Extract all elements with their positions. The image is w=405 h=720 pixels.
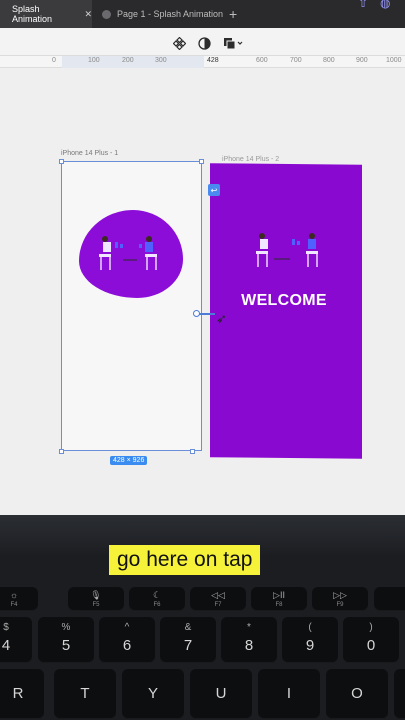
key-shift-label: ) (369, 622, 373, 633)
people-illustration (99, 236, 157, 270)
ruler-mark: 100 (88, 57, 100, 64)
close-icon[interactable]: ✕ (84, 9, 92, 20)
key-shift-label: % (61, 622, 71, 633)
rewind-icon: ◁◁ (211, 590, 225, 600)
key-u[interactable]: U (190, 669, 252, 719)
key-label: 6 (122, 637, 132, 654)
key-o[interactable]: O (326, 669, 388, 719)
ruler-mark: 1000 (386, 57, 402, 64)
ruler-mark: 300 (155, 57, 167, 64)
contrast-icon[interactable] (197, 36, 211, 50)
tab-label: Page 1 - Splash Animation (117, 9, 224, 19)
resize-handle[interactable] (190, 449, 195, 454)
tab-page1-splash-animation[interactable]: Page 1 - Splash Animation (94, 0, 224, 28)
ruler-mark: 428 (207, 57, 219, 64)
people-illustration (256, 233, 318, 267)
key-0[interactable]: ) 0 (343, 617, 399, 663)
key-label: Y (147, 685, 158, 702)
key-label: I (286, 685, 292, 702)
play-icon (102, 9, 111, 19)
key-5[interactable]: % 5 (38, 617, 94, 663)
key-label: F7 (214, 602, 222, 608)
key-label: T (80, 685, 90, 702)
resize-handle[interactable] (199, 159, 204, 164)
key-label: R (12, 685, 24, 702)
toolbar (0, 28, 405, 56)
key-shift-label: & (184, 622, 192, 633)
key-f10[interactable] (374, 587, 405, 611)
tab-label: Splash Animation (12, 4, 53, 24)
ruler-mark: 900 (356, 57, 368, 64)
key-p[interactable] (394, 669, 405, 719)
key-label: 5 (61, 637, 71, 654)
connector-handle[interactable] (193, 310, 200, 317)
key-label: 8 (244, 637, 254, 654)
add-tab-button[interactable]: + (229, 6, 237, 22)
prototype-return-icon[interactable]: ↩ (208, 184, 220, 196)
key-f4[interactable]: ☼ F4 (0, 587, 38, 611)
ruler-mark: 600 (256, 57, 268, 64)
frame-iphone-2[interactable] (210, 163, 362, 459)
key-label: F9 (336, 602, 344, 608)
brightness-icon: ☼ (9, 590, 19, 600)
ruler-mark: 0 (52, 57, 56, 64)
laptop-screen: Splash Animation ✕ Page 1 - Splash Anima… (0, 0, 405, 515)
key-f5[interactable]: 🎙 F5 (68, 587, 124, 611)
boolean-ops-icon[interactable] (222, 36, 244, 50)
play-pause-icon: ▷II (273, 590, 285, 600)
key-label: 4 (1, 637, 11, 654)
key-shift-label: $ (3, 622, 9, 633)
resize-handle[interactable] (59, 159, 64, 164)
key-t[interactable]: T (54, 669, 116, 719)
key-shift-label: ^ (124, 622, 130, 633)
components-icon[interactable] (172, 36, 186, 50)
frame2-label[interactable]: iPhone 14 Plus - 2 (222, 156, 279, 163)
resize-handle[interactable] (59, 449, 64, 454)
fast-forward-icon: ▷▷ (333, 590, 347, 600)
tab-splash-animation[interactable]: Splash Animation ✕ (0, 0, 92, 28)
user-icon[interactable]: ◍ (380, 0, 390, 10)
key-8[interactable]: * 8 (221, 617, 277, 663)
welcome-text[interactable]: WELCOME (212, 292, 356, 310)
key-f6[interactable]: ☾ F6 (129, 587, 185, 611)
ruler-mark: 700 (290, 57, 302, 64)
frame1-label[interactable]: iPhone 14 Plus - 1 (61, 150, 118, 157)
mic-icon: 🎙 (90, 590, 102, 600)
key-label: F8 (275, 602, 283, 608)
key-9[interactable]: ( 9 (282, 617, 338, 663)
laptop-photo: Splash Animation ✕ Page 1 - Splash Anima… (0, 0, 405, 720)
key-f9[interactable]: ▷▷ F9 (312, 587, 368, 611)
key-i[interactable]: I (258, 669, 320, 719)
key-label: F4 (10, 602, 18, 608)
key-shift-label: ( (308, 622, 312, 633)
key-y[interactable]: Y (122, 669, 184, 719)
keyboard: ☼ F4 🎙 F5 ☾ F6 ◁◁ F7 ▷II F8 ▷▷ F9 $ 4 % … (0, 555, 405, 720)
key-label: 0 (366, 637, 376, 654)
key-7[interactable]: & 7 (160, 617, 216, 663)
key-label: F6 (153, 602, 161, 608)
key-r[interactable]: R (0, 669, 44, 719)
key-shift-label: * (247, 622, 251, 633)
frame-iphone-1[interactable] (61, 161, 202, 451)
horizontal-ruler: 0 100 200 300 428 600 700 800 900 1000 (0, 56, 405, 68)
key-f7[interactable]: ◁◁ F7 (190, 587, 246, 611)
key-label: 9 (305, 637, 315, 654)
cursor-icon: ➶ (216, 311, 227, 326)
moon-icon: ☾ (152, 590, 162, 600)
key-6[interactable]: ^ 6 (99, 617, 155, 663)
key-label: U (215, 685, 227, 702)
key-4[interactable]: $ 4 (0, 617, 32, 663)
ruler-mark: 200 (122, 57, 134, 64)
tab-bar: Splash Animation ✕ Page 1 - Splash Anima… (0, 0, 405, 28)
key-label: 7 (183, 637, 193, 654)
share-icon[interactable]: ⇧ (358, 0, 368, 10)
size-badge: 428 × 926 (110, 456, 148, 465)
key-label: O (351, 685, 363, 702)
video-caption: go here on tap (109, 545, 261, 575)
ruler-mark: 800 (323, 57, 335, 64)
key-f8[interactable]: ▷II F8 (251, 587, 307, 611)
key-label: F5 (92, 602, 100, 608)
